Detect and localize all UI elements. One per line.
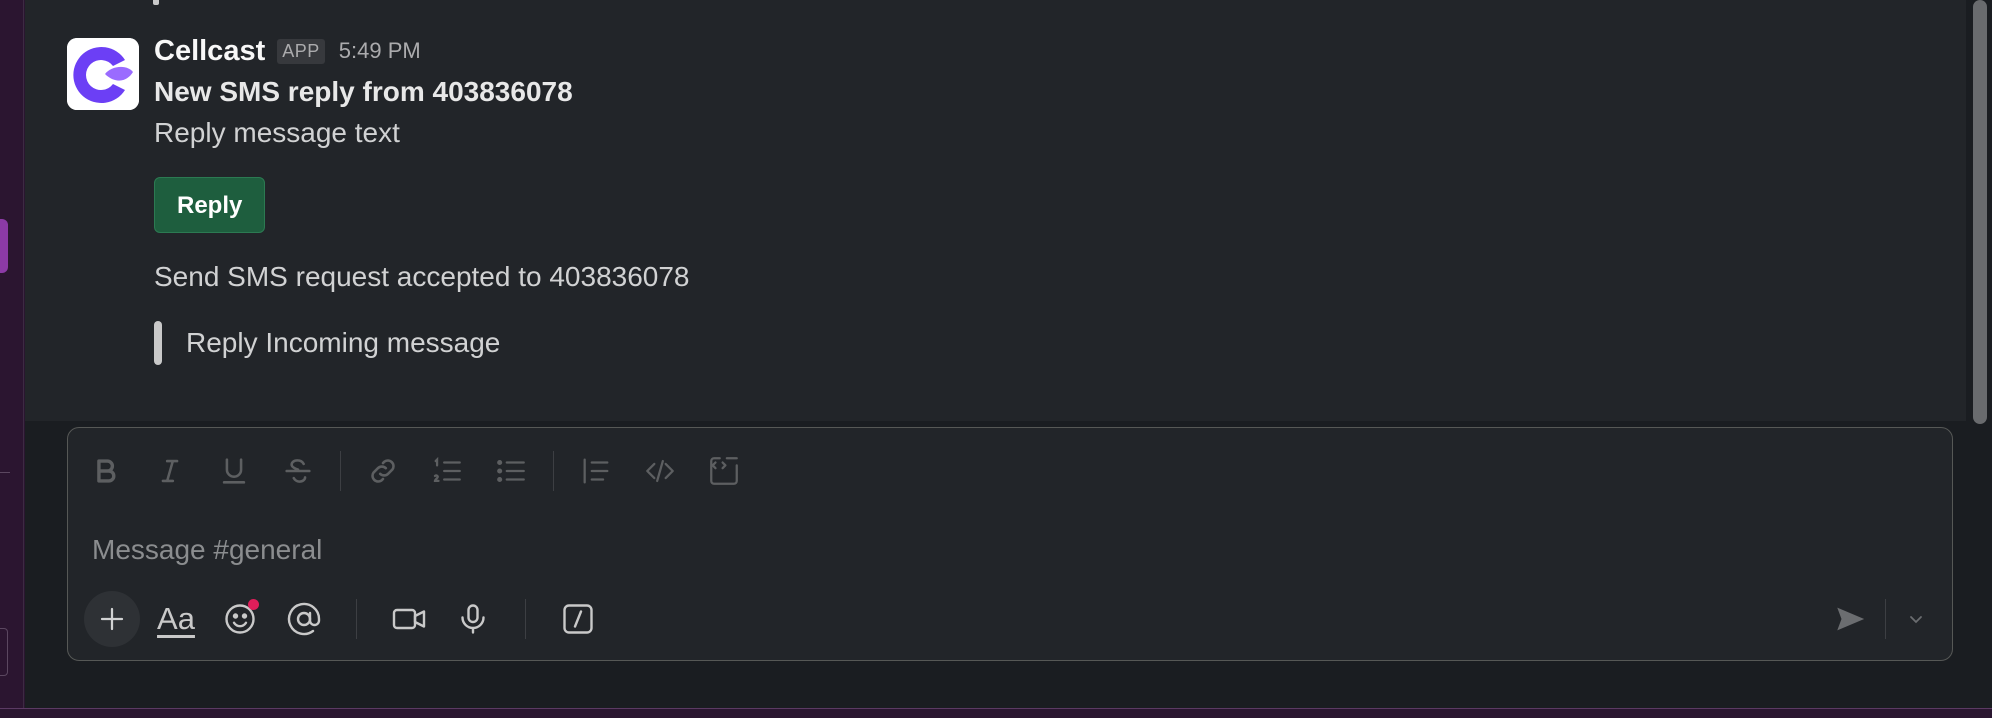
workspace-sidebar (0, 0, 24, 718)
toolbar-divider (356, 599, 357, 639)
active-workspace-marker[interactable] (0, 219, 8, 273)
link-icon[interactable] (361, 449, 405, 493)
sender-name[interactable]: Cellcast (154, 35, 265, 68)
slash-command-icon[interactable] (552, 593, 604, 645)
toolbar-divider (340, 451, 341, 491)
underline-icon[interactable] (212, 449, 256, 493)
code-icon[interactable] (638, 449, 682, 493)
send-controls (1825, 591, 1936, 647)
toolbar-divider (525, 599, 526, 639)
app-badge: APP (277, 38, 325, 64)
video-icon[interactable] (383, 593, 435, 645)
sidebar-control[interactable] (0, 628, 8, 676)
message-timestamp[interactable]: 5:49 PM (339, 38, 421, 64)
italic-icon[interactable] (148, 449, 192, 493)
formatting-label: Aa (157, 601, 195, 636)
message-row[interactable]: Cellcast APP 5:49 PM New SMS reply from … (25, 21, 1992, 421)
scrollbar-thumb[interactable] (1973, 0, 1987, 424)
message-title: New SMS reply from 403836078 (154, 76, 573, 107)
bold-icon[interactable] (84, 449, 128, 493)
send-icon[interactable] (1825, 594, 1875, 644)
chevron-down-icon[interactable] (1896, 594, 1936, 644)
code-block-icon[interactable] (702, 449, 746, 493)
plus-icon[interactable] (84, 591, 140, 647)
avatar[interactable] (67, 38, 139, 110)
window-bottom-edge (0, 708, 1992, 718)
formatting-icon[interactable]: Aa (150, 593, 202, 645)
ordered-list-icon[interactable] (425, 449, 469, 493)
previous-message-tail (25, 0, 1992, 21)
channel-pane: Cellcast APP 5:49 PM New SMS reply from … (25, 0, 1992, 708)
message-composer: Aa (67, 427, 1953, 661)
notification-dot (248, 599, 259, 610)
message-text: Reply message text (154, 117, 400, 148)
blockquote-icon[interactable] (574, 449, 618, 493)
previous-quote-bar (153, 0, 159, 5)
strikethrough-icon[interactable] (276, 449, 320, 493)
sidebar-divider (0, 472, 10, 473)
send-divider (1885, 599, 1886, 639)
emoji-icon[interactable] (214, 593, 266, 645)
bullet-list-icon[interactable] (489, 449, 533, 493)
quote-block: Reply Incoming message (154, 321, 1952, 365)
message-input[interactable] (92, 528, 1492, 572)
formatting-toolbar (84, 448, 766, 494)
quote-text: Reply Incoming message (186, 327, 501, 358)
reply-button[interactable]: Reply (154, 177, 266, 233)
composer-actions: Aa (84, 591, 616, 647)
scrollbar[interactable] (1966, 0, 1992, 708)
send-status-text: Send SMS request accepted to 403836078 (154, 261, 690, 292)
microphone-icon[interactable] (447, 593, 499, 645)
cellcast-logo-icon (67, 38, 139, 110)
toolbar-divider (553, 451, 554, 491)
mention-icon[interactable] (278, 593, 330, 645)
quote-bar (154, 321, 162, 365)
